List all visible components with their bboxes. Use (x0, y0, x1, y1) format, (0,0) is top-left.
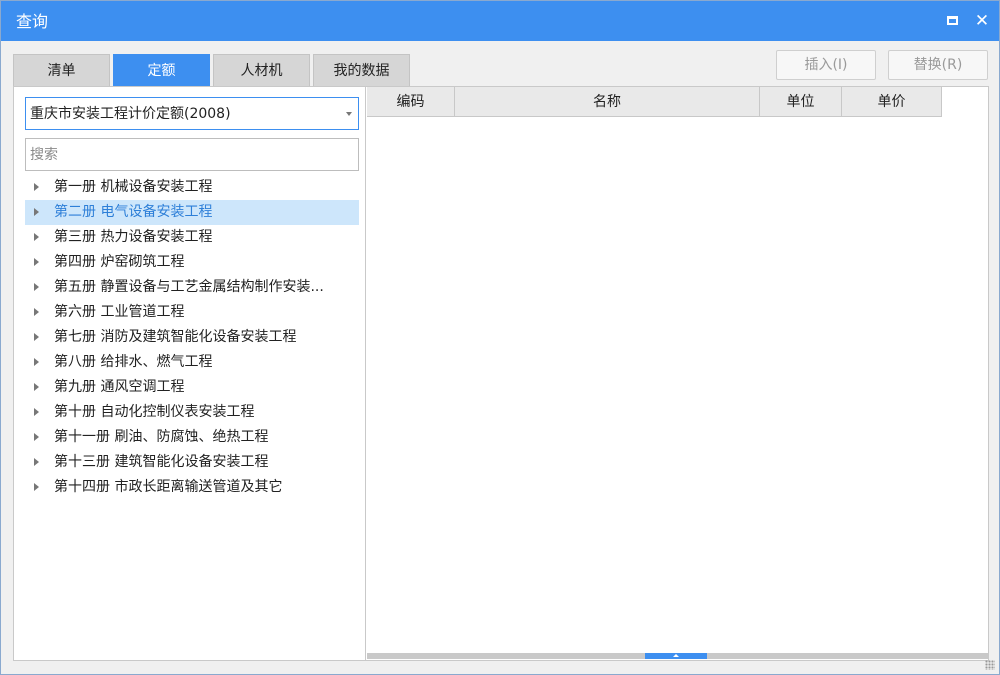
expand-arrow-icon[interactable] (34, 258, 39, 266)
close-icon: ✕ (974, 11, 990, 31)
chapter-tree: 第一册 机械设备安装工程 第二册 电气设备安装工程 第三册 热力设备安装工程 第… (25, 175, 359, 500)
expand-arrow-icon[interactable] (34, 233, 39, 241)
tree-item-label: 第十一册 刷油、防腐蚀、绝热工程 (54, 429, 269, 445)
expand-arrow-icon[interactable] (34, 433, 39, 441)
expand-arrow-icon[interactable] (34, 458, 39, 466)
title-bar[interactable]: 查询 ✕ (1, 1, 999, 41)
tree-item-label: 第四册 炉窑砌筑工程 (54, 254, 185, 270)
tree-item-label: 第六册 工业管道工程 (54, 304, 185, 320)
library-select[interactable]: 重庆市安装工程计价定额(2008) (25, 97, 359, 130)
search-input[interactable] (25, 138, 359, 171)
tree-item-label: 第七册 消防及建筑智能化设备安装工程 (54, 329, 297, 345)
tree-item[interactable]: 第八册 给排水、燃气工程 (25, 350, 359, 375)
tree-item[interactable]: 第九册 通风空调工程 (25, 375, 359, 400)
column-header-price[interactable]: 单价 (842, 87, 942, 117)
tab-norm[interactable]: 定额 (113, 54, 210, 86)
expand-arrow-icon[interactable] (34, 283, 39, 291)
chevron-down-icon (346, 112, 352, 116)
column-header-name[interactable]: 名称 (455, 87, 760, 117)
tree-item[interactable]: 第十三册 建筑智能化设备安装工程 (25, 450, 359, 475)
tree-item[interactable]: 第六册 工业管道工程 (25, 300, 359, 325)
column-header-code[interactable]: 编码 (367, 87, 455, 117)
tree-item[interactable]: 第五册 静置设备与工艺金属结构制作安装... (25, 275, 359, 300)
tab-bill[interactable]: 清单 (13, 54, 110, 86)
library-select-value: 重庆市安装工程计价定额(2008) (30, 106, 231, 122)
expand-arrow-icon[interactable] (34, 358, 39, 366)
tree-item-label: 第二册 电气设备安装工程 (54, 204, 213, 220)
tree-item[interactable]: 第十册 自动化控制仪表安装工程 (25, 400, 359, 425)
tree-item-label: 第一册 机械设备安装工程 (54, 179, 213, 195)
tree-item[interactable]: 第十四册 市政长距离输送管道及其它 (25, 475, 359, 500)
tree-item[interactable]: 第二册 电气设备安装工程 (25, 200, 359, 225)
query-window: 查询 ✕ 清单 定额 人材机 我的数据 插入(I) 替换(R) 重庆市安装工程计… (0, 0, 1000, 675)
tree-item-label: 第三册 热力设备安装工程 (54, 229, 213, 245)
column-header-unit[interactable]: 单位 (760, 87, 842, 117)
tree-item-label: 第十四册 市政长距离输送管道及其它 (54, 479, 283, 495)
tree-item-label: 第五册 静置设备与工艺金属结构制作安装... (54, 279, 324, 295)
chevron-up-icon (673, 654, 679, 657)
tab-labor-material-machine[interactable]: 人材机 (213, 54, 310, 86)
tree-item-label: 第八册 给排水、燃气工程 (54, 354, 213, 370)
expand-arrow-icon[interactable] (34, 333, 39, 341)
expand-arrow-icon[interactable] (34, 408, 39, 416)
tree-item[interactable]: 第四册 炉窑砌筑工程 (25, 250, 359, 275)
tab-my-data[interactable]: 我的数据 (313, 54, 410, 86)
window-title: 查询 (16, 12, 49, 31)
close-button[interactable]: ✕ (971, 11, 993, 31)
replace-button[interactable]: 替换(R) (888, 50, 988, 80)
expand-arrow-icon[interactable] (34, 208, 39, 216)
tree-item-label: 第十三册 建筑智能化设备安装工程 (54, 454, 269, 470)
tree-item-label: 第十册 自动化控制仪表安装工程 (54, 404, 255, 420)
tree-item[interactable]: 第十一册 刷油、防腐蚀、绝热工程 (25, 425, 359, 450)
content-panel: 重庆市安装工程计价定额(2008) 第一册 机械设备安装工程 第二册 电气设备安… (13, 86, 989, 661)
result-grid: 编码 名称 单位 单价 (367, 87, 988, 660)
resize-grip-icon[interactable] (985, 660, 995, 670)
insert-button[interactable]: 插入(I) (776, 50, 876, 80)
splitter-handle[interactable] (645, 653, 707, 659)
maximize-icon (946, 16, 958, 25)
tree-item[interactable]: 第三册 热力设备安装工程 (25, 225, 359, 250)
expand-arrow-icon[interactable] (34, 383, 39, 391)
expand-arrow-icon[interactable] (34, 308, 39, 316)
library-panel: 重庆市安装工程计价定额(2008) 第一册 机械设备安装工程 第二册 电气设备安… (14, 87, 366, 660)
horizontal-splitter[interactable] (367, 653, 988, 659)
tree-item-label: 第九册 通风空调工程 (54, 379, 185, 395)
tree-item[interactable]: 第七册 消防及建筑智能化设备安装工程 (25, 325, 359, 350)
expand-arrow-icon[interactable] (34, 483, 39, 491)
maximize-button[interactable] (941, 11, 963, 31)
expand-arrow-icon[interactable] (34, 183, 39, 191)
tree-item[interactable]: 第一册 机械设备安装工程 (25, 175, 359, 200)
